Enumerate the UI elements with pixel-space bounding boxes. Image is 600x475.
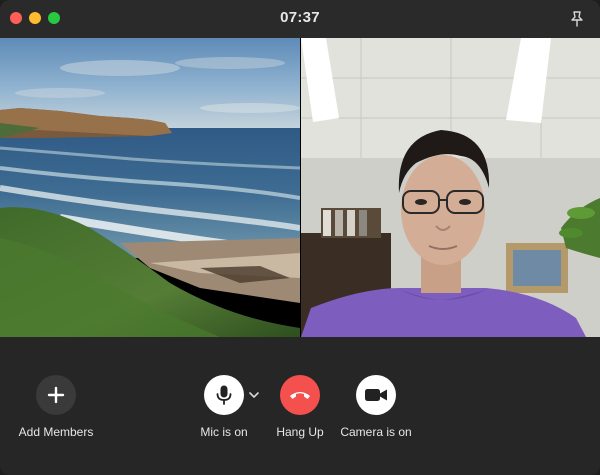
title-bar: 07:37 <box>0 0 600 38</box>
microphone-icon <box>216 385 232 405</box>
coastal-scene-video <box>0 38 300 337</box>
camera-label: Camera is on <box>340 425 412 439</box>
call-controls: Add Members Mic is on Hang Up Camera is … <box>0 337 600 475</box>
hang-up-button[interactable] <box>280 375 320 415</box>
video-area <box>0 38 600 337</box>
call-timer: 07:37 <box>280 9 320 26</box>
plus-icon <box>47 386 65 404</box>
video-camera-icon <box>365 389 387 401</box>
add-members-label: Add Members <box>18 425 94 439</box>
pin-icon[interactable] <box>570 11 584 27</box>
mic-label: Mic is on <box>200 425 248 439</box>
mic-toggle-button[interactable] <box>204 375 244 415</box>
camera-toggle-button[interactable] <box>356 375 396 415</box>
chevron-down-icon[interactable] <box>248 389 260 401</box>
call-window: 07:37 Add Members Mic is on Hang Up Came… <box>0 0 600 475</box>
video-tile-self <box>0 38 300 337</box>
video-tile-remote <box>301 38 600 337</box>
hang-up-label: Hang Up <box>276 425 324 439</box>
phone-hang-up-icon <box>290 392 310 399</box>
person-video <box>301 38 600 337</box>
add-members-button[interactable] <box>36 375 76 415</box>
